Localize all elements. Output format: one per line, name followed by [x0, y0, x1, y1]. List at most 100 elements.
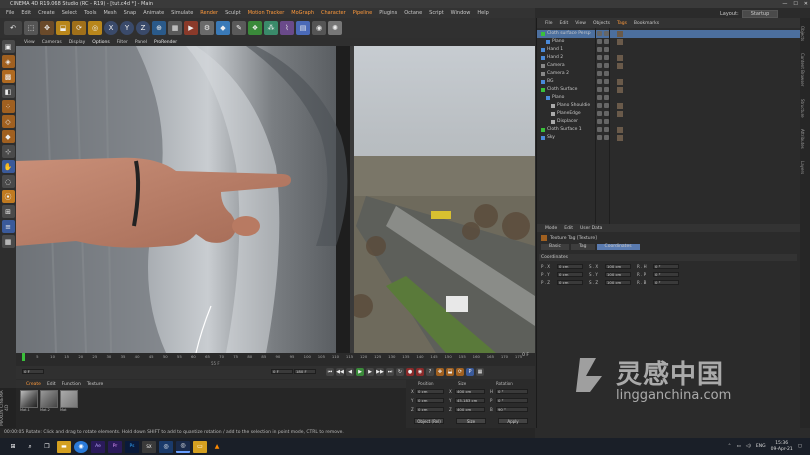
key-position-icon[interactable]: ✥: [436, 368, 444, 376]
object-row[interactable]: Camera: [537, 62, 801, 70]
attr-scale-field[interactable]: 100 cm: [605, 264, 631, 269]
coord-rotation-field[interactable]: 0 °: [496, 398, 528, 403]
visibility-toggle[interactable]: [597, 111, 602, 116]
material-menu-texture[interactable]: Texture: [87, 382, 103, 387]
coord-size-field[interactable]: 400 cm: [455, 407, 485, 412]
lock-workplane-icon[interactable]: ⊞: [1, 205, 15, 218]
layout-dropdown[interactable]: Startup: [741, 10, 779, 18]
coord-size-field[interactable]: 45.183 cm: [455, 398, 485, 403]
material-tag-icon[interactable]: [617, 127, 623, 133]
object-name[interactable]: Camera: [547, 62, 565, 70]
object-row[interactable]: Cloth surface Persp: [537, 30, 801, 38]
tweak-icon[interactable]: ✋: [1, 160, 15, 173]
menu-script[interactable]: Script: [429, 10, 444, 16]
material-tag-icon[interactable]: [617, 111, 623, 117]
object-row[interactable]: Displacer: [537, 118, 801, 126]
layout-selector[interactable]: Layout: Startup: [720, 10, 810, 18]
menu-window[interactable]: Window: [451, 10, 471, 16]
coord-position-field[interactable]: 0 cm: [416, 398, 444, 403]
record-icon[interactable]: ●: [406, 368, 414, 376]
material-swatch[interactable]: Mat: [60, 390, 78, 414]
visibility-toggle[interactable]: [597, 31, 602, 36]
object-name[interactable]: Displacer: [557, 118, 578, 126]
object-name[interactable]: Plano: [552, 38, 564, 46]
end-frame-field[interactable]: 180 F: [294, 369, 316, 374]
menu-plugins[interactable]: Plugins: [379, 10, 397, 16]
material-tag-icon[interactable]: [617, 39, 623, 45]
object-row[interactable]: BG: [537, 78, 801, 86]
vlc-icon[interactable]: ▲: [210, 441, 224, 453]
camera-icon[interactable]: ◉: [312, 21, 326, 35]
viewport-menu-view[interactable]: View: [24, 40, 35, 45]
soft-selection-icon[interactable]: ◌: [1, 175, 15, 188]
viewport-menu-cameras[interactable]: Cameras: [42, 40, 62, 45]
go-to-start-icon[interactable]: ⏮: [326, 368, 334, 376]
minimize-icon[interactable]: —: [782, 0, 787, 8]
object-name[interactable]: Plano Shouldie: [557, 102, 590, 110]
timeline-ruler[interactable]: 0510152025303540455055606570758085909510…: [22, 353, 529, 361]
maximize-icon[interactable]: ☐: [793, 0, 797, 8]
object-name[interactable]: Cloth Surface: [547, 86, 577, 94]
visibility-toggle[interactable]: [597, 103, 602, 108]
material-manager[interactable]: Mat.1 Mat.2 Mat: [16, 388, 406, 428]
side-tab-structure[interactable]: Structure: [800, 99, 805, 118]
object-name[interactable]: Hand 1: [547, 46, 563, 54]
axis-mode-icon[interactable]: ⊹: [1, 145, 15, 158]
visibility-toggle[interactable]: [597, 63, 602, 68]
coord-rotation-field[interactable]: 90 °: [496, 407, 528, 412]
volume-icon[interactable]: ◁): [746, 444, 751, 449]
object-menu-tags[interactable]: Tags: [617, 21, 627, 26]
deformer-icon[interactable]: ⌇: [280, 21, 294, 35]
viewport-menu-display[interactable]: Display: [69, 40, 86, 45]
workplane-icon[interactable]: ◧: [1, 85, 15, 98]
menu-render[interactable]: Render: [200, 10, 218, 16]
menu-help[interactable]: Help: [477, 10, 488, 16]
viewport-menu-panel[interactable]: Panel: [135, 40, 147, 45]
keyframe-selection-icon[interactable]: ?: [426, 368, 434, 376]
render-view-icon[interactable]: ▶: [184, 21, 198, 35]
close-icon[interactable]: ✕: [804, 0, 808, 8]
material-swatch[interactable]: Mat.2: [40, 390, 58, 414]
material-tag-icon[interactable]: [617, 135, 623, 141]
key-rotation-icon[interactable]: ⟳: [456, 368, 464, 376]
object-name[interactable]: Sky: [547, 134, 555, 142]
material-tag-icon[interactable]: [617, 87, 623, 93]
key-param-icon[interactable]: P: [466, 368, 474, 376]
folder-icon[interactable]: ▭: [193, 440, 207, 453]
rotate-icon[interactable]: ⟳: [72, 21, 86, 35]
menu-mograph[interactable]: MoGraph: [291, 10, 314, 16]
ae-plugin-icon[interactable]: SX: [142, 440, 156, 453]
photoshop-icon[interactable]: Ps: [125, 440, 139, 453]
tab-coordinates[interactable]: Coordinates: [596, 244, 640, 250]
scene-icon[interactable]: ▤: [296, 21, 310, 35]
clock[interactable]: 15:36 09-Apr-21: [771, 441, 793, 453]
windows-icon[interactable]: ⊞: [6, 441, 20, 453]
x-axis-icon[interactable]: X: [104, 21, 118, 35]
material-tag-icon[interactable]: [617, 63, 623, 69]
c4d-icon[interactable]: ◎: [176, 440, 190, 453]
light-icon[interactable]: ✺: [328, 21, 342, 35]
move-icon[interactable]: ✥: [40, 21, 54, 35]
array-icon[interactable]: ⁂: [264, 21, 278, 35]
tab-basic[interactable]: Basic: [541, 244, 569, 250]
visibility-toggle[interactable]: [597, 47, 602, 52]
object-menu-objects[interactable]: Objects: [593, 21, 610, 26]
snap-icon[interactable]: ⦿: [1, 190, 15, 203]
visibility-toggle[interactable]: [597, 127, 602, 132]
attribute-menu-edit[interactable]: Edit: [564, 226, 573, 231]
prev-frame-icon[interactable]: ◀: [346, 368, 354, 376]
render-settings-icon[interactable]: ⚙: [200, 21, 214, 35]
task-view-icon[interactable]: ❐: [40, 441, 54, 453]
recent-icon[interactable]: ◎: [88, 21, 102, 35]
object-name[interactable]: Plano: [552, 94, 564, 102]
key-scale-icon[interactable]: ⬓: [446, 368, 454, 376]
key-pla-icon[interactable]: ▦: [476, 368, 484, 376]
edges-mode-icon[interactable]: ◇: [1, 115, 15, 128]
menu-pipeline[interactable]: Pipeline: [353, 10, 373, 16]
visibility-toggle[interactable]: [597, 55, 602, 60]
object-row[interactable]: Hand 1: [537, 46, 801, 54]
material-tag-icon[interactable]: [617, 55, 623, 61]
menu-octane[interactable]: Octane: [404, 10, 422, 16]
autokey-icon[interactable]: ◉: [416, 368, 424, 376]
visibility-toggle[interactable]: [597, 95, 602, 100]
